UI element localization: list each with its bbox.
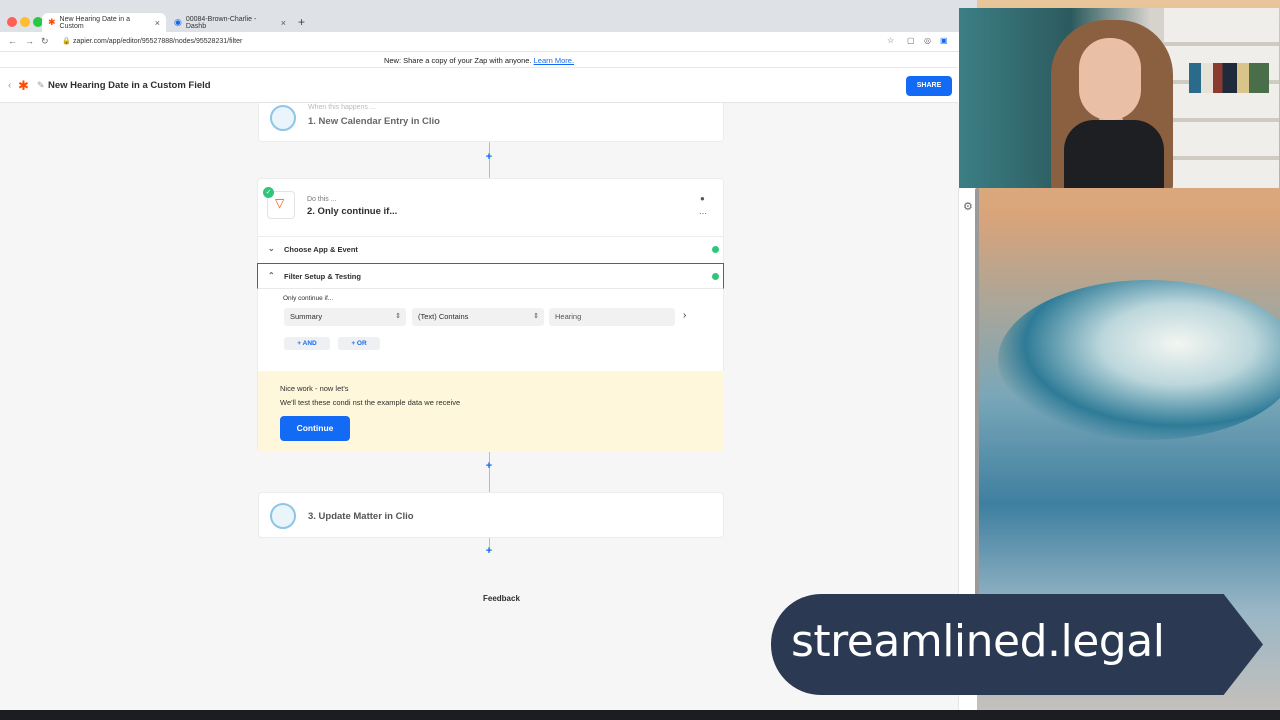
close-tab-icon[interactable]: × [281, 18, 286, 28]
gear-icon[interactable]: ⚙ [963, 200, 973, 213]
section-filter-setup[interactable]: ⌃ Filter Setup & Testing [257, 263, 724, 289]
select-arrows-icon: ⇕ [395, 313, 401, 320]
filter-condition-select[interactable]: (Text) Contains ⇕ [412, 308, 544, 326]
feedback-link[interactable]: Feedback [483, 594, 520, 603]
back-icon[interactable]: ← [8, 36, 17, 46]
filter-condition-value: (Text) Contains [418, 312, 469, 321]
notice-line-1: Nice work - now let's [280, 384, 349, 393]
step-2-title[interactable]: 2. Only continue if... [307, 206, 397, 217]
or-button[interactable]: + OR [338, 337, 380, 350]
pencil-icon[interactable]: ✎ [37, 80, 45, 91]
extension-icon[interactable]: ▢ [907, 36, 915, 45]
learn-more-link[interactable]: Learn More. [534, 56, 574, 65]
select-arrows-icon: ⇕ [533, 313, 539, 320]
help-icon[interactable]: ● [700, 194, 705, 203]
close-tab-icon[interactable]: × [155, 18, 160, 28]
webcam-overlay [959, 8, 1279, 188]
brand-badge: streamlined.legal [771, 594, 1263, 695]
status-ok-icon [712, 273, 719, 280]
zapier-logo-icon[interactable]: ✱ [18, 78, 29, 94]
step-1-label: When this happens ... [308, 104, 376, 111]
filter-field-value: Summary [290, 312, 323, 321]
tab-zap-editor[interactable]: ✱ New Hearing Date in a Custom × [42, 13, 166, 32]
zapier-favicon-icon: ✱ [48, 17, 56, 27]
zap-header: ‹ ✱ ✎ New Hearing Date in a Custom Field… [0, 69, 958, 103]
close-window-button[interactable] [7, 17, 17, 27]
and-button[interactable]: + AND [284, 337, 330, 350]
filter-field-select[interactable]: Summary ⇕ [284, 308, 406, 326]
tab-label: New Hearing Date in a Custom [59, 15, 130, 30]
wave-art [998, 280, 1280, 440]
books [1189, 63, 1269, 93]
filter-intro: Only continue if... [283, 295, 334, 302]
step-3-title: 3. Update Matter in Clio [308, 511, 414, 522]
section-label: Choose App & Event [284, 245, 358, 254]
step-3-card[interactable]: 3. Update Matter in Clio [258, 492, 724, 538]
continue-button[interactable]: Continue [280, 416, 350, 441]
lastpass-icon[interactable]: ▣ [940, 36, 948, 45]
filter-value-text: Hearing [555, 312, 582, 321]
or-label: OR [356, 340, 367, 347]
and-label: AND [302, 340, 317, 347]
add-step-button[interactable]: + [484, 545, 494, 557]
reload-icon[interactable]: ↻ [41, 36, 49, 47]
connector-line [489, 452, 490, 492]
step-1-title: 1. New Calendar Entry in Clio [308, 116, 440, 127]
notice-line-2: We'll test these condi nst the example d… [280, 398, 461, 407]
forward-icon[interactable]: → [25, 36, 34, 46]
chevron-down-icon: ⌄ [268, 244, 275, 253]
section-label: Filter Setup & Testing [284, 272, 361, 281]
add-step-button[interactable]: + [484, 151, 494, 163]
banner-text: New: Share a copy of your Zap with anyon… [383, 56, 532, 65]
scrollbar[interactable] [975, 188, 979, 598]
step-2-label: Do this ... [307, 196, 337, 203]
new-tab-button[interactable]: + [298, 15, 305, 29]
more-options-icon[interactable]: ⋯ [699, 209, 707, 218]
chevron-right-icon[interactable]: › [683, 310, 686, 321]
taskbar [0, 710, 1280, 720]
tab-clio-dashboard[interactable]: ◉ 00084-Brown-Charlie - Dashb × [168, 13, 292, 32]
clio-app-icon [270, 105, 296, 131]
brand-logo-text: streamlined.legal [791, 616, 1165, 667]
status-ok-icon [712, 246, 719, 253]
announcement-banner: New: Share a copy of your Zap with anyon… [0, 53, 958, 68]
back-chevron-icon[interactable]: ‹ [8, 80, 11, 91]
filter-value-input[interactable]: Hearing [549, 308, 675, 326]
lock-icon: 🔒 [62, 38, 71, 45]
presenter-body [1064, 120, 1164, 188]
bookshelf [1164, 8, 1279, 188]
address-bar: ← → ↻ 🔒 zapier.com/app/editor/95527888/n… [0, 32, 977, 52]
zap-title[interactable]: New Hearing Date in a Custom Field [48, 80, 211, 91]
section-choose-app-event[interactable]: ⌄ Choose App & Event [258, 236, 724, 262]
tab-bar: ✱ New Hearing Date in a Custom × ◉ 00084… [0, 0, 977, 32]
url-field[interactable]: zapier.com/app/editor/95527888/nodes/955… [73, 38, 242, 45]
tab-label: 00084-Brown-Charlie - Dashb [185, 15, 257, 30]
extension-icon[interactable]: ◎ [924, 36, 931, 45]
clio-favicon-icon: ◉ [174, 17, 182, 27]
add-step-button[interactable]: + [484, 460, 494, 472]
clio-app-icon [270, 503, 296, 529]
filter-funnel-icon: ▽ [275, 196, 285, 210]
step-1-card[interactable]: When this happens ... 1. New Calendar En… [258, 103, 724, 142]
check-circle-icon: ✓ [263, 187, 274, 198]
presenter-face [1079, 38, 1141, 120]
chevron-up-icon: ⌃ [268, 271, 275, 280]
bookmark-star-icon[interactable]: ☆ [887, 36, 894, 45]
share-button[interactable]: SHARE [906, 76, 952, 96]
minimize-window-button[interactable] [20, 17, 30, 27]
